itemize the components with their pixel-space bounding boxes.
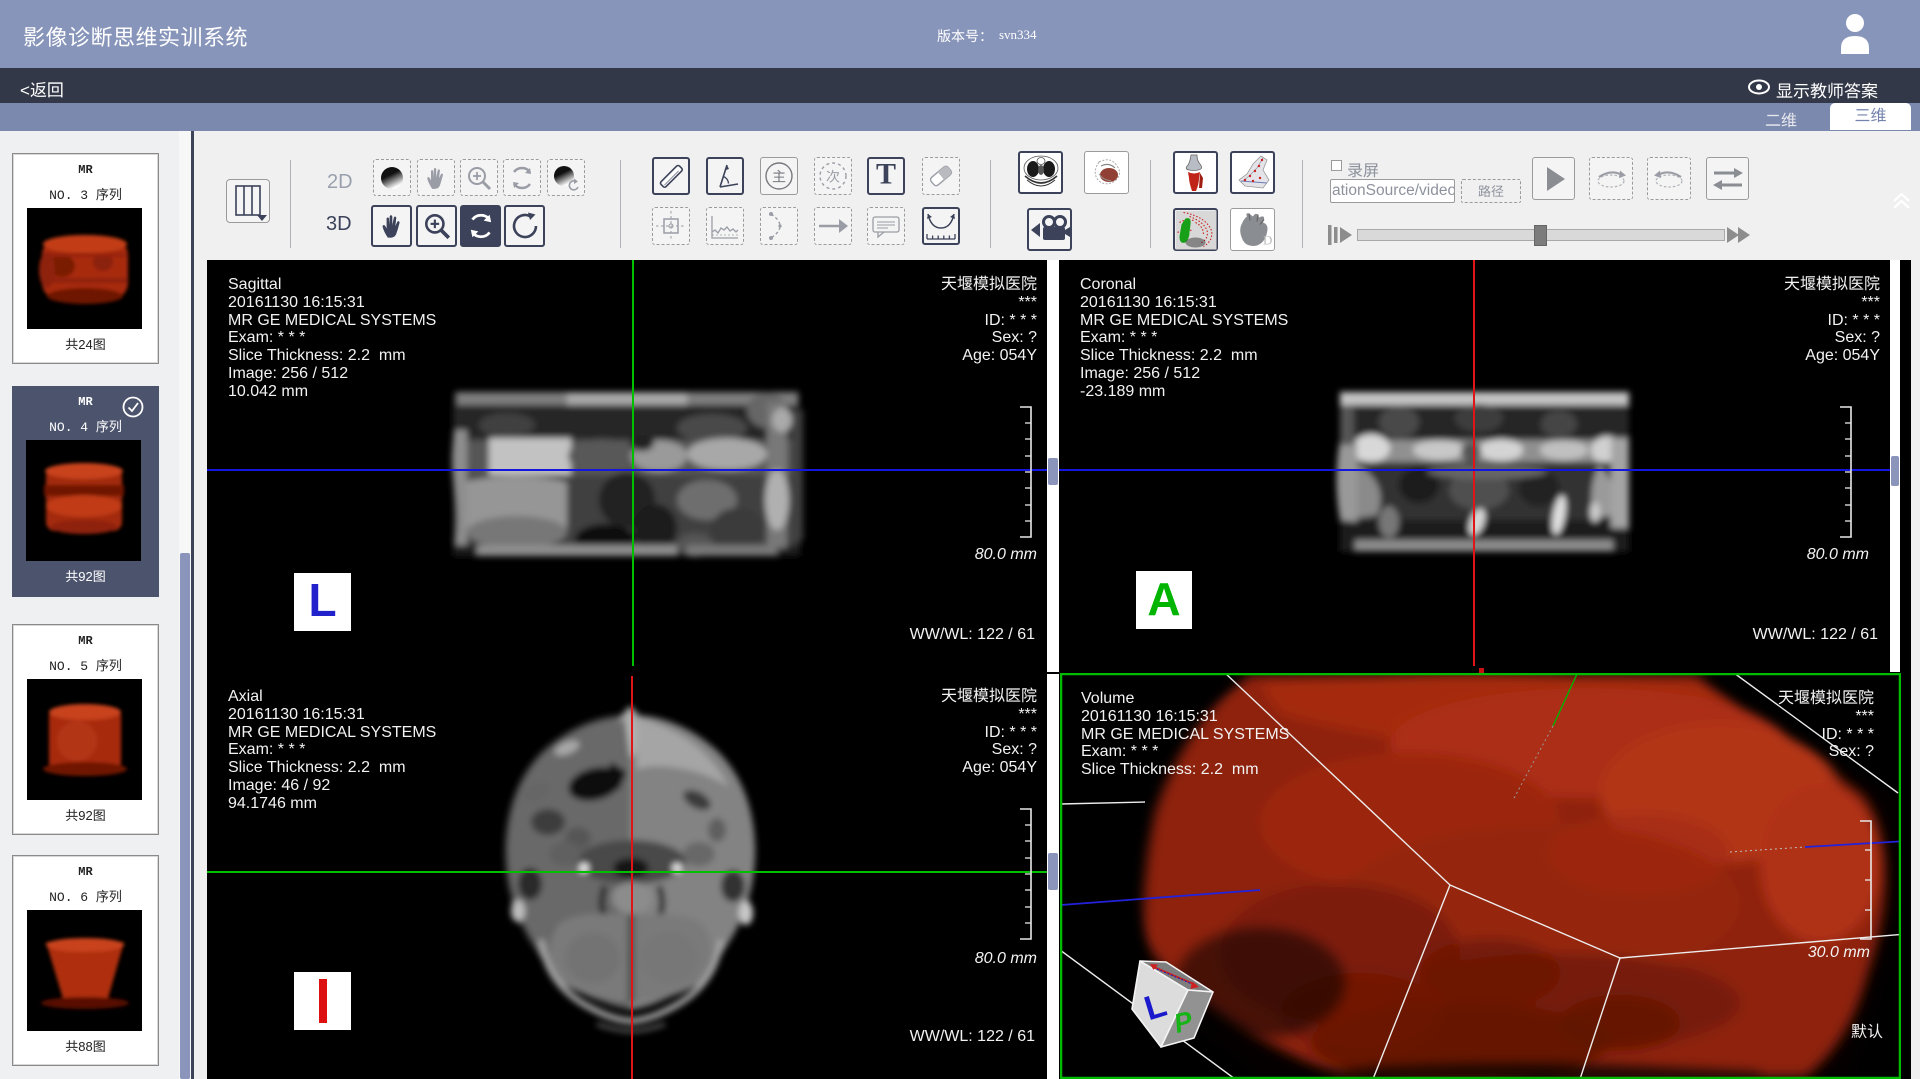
svg-text:主: 主 <box>772 167 786 187</box>
svg-text:D: D <box>1263 232 1272 247</box>
svg-text:次: 次 <box>826 167 840 187</box>
